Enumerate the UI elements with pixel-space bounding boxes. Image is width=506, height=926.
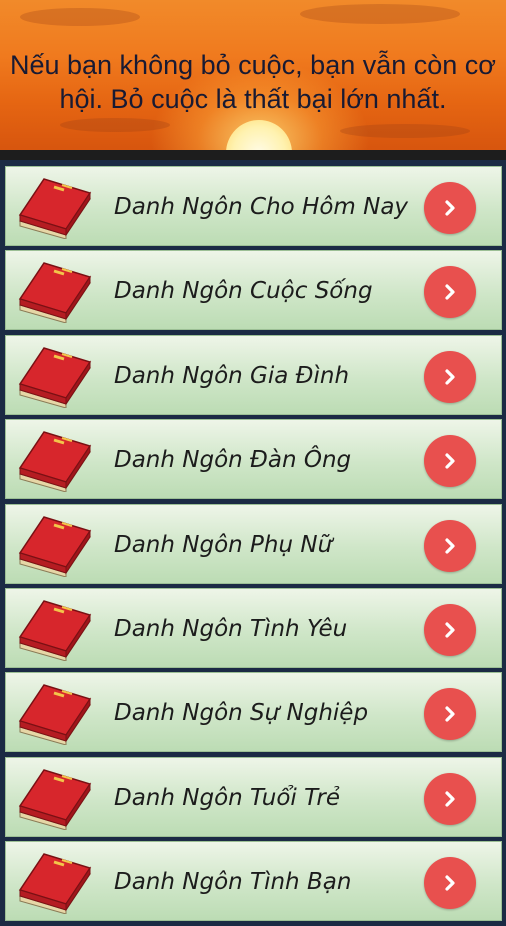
open-button[interactable] xyxy=(424,182,476,234)
chevron-right-icon xyxy=(445,791,455,807)
chevron-right-icon xyxy=(445,369,455,385)
category-item-2[interactable]: Danh Ngôn Cuộc Sống xyxy=(5,250,502,331)
category-label: Danh Ngôn Gia Đình xyxy=(114,362,350,389)
chevron-right-icon xyxy=(445,875,455,891)
chevron-right-icon xyxy=(445,453,455,469)
book-icon xyxy=(18,346,92,408)
book-icon xyxy=(18,262,92,324)
book-icon xyxy=(18,515,92,577)
category-label: Danh Ngôn Cho Hôm Nay xyxy=(114,194,409,220)
category-list: Danh Ngôn Cho Hôm Nay Danh Ngôn Cuộc Sốn… xyxy=(0,166,506,926)
cloud xyxy=(340,124,470,138)
category-item-8[interactable]: Danh Ngôn Tuổi Trẻ xyxy=(5,756,502,837)
open-button[interactable] xyxy=(424,350,476,403)
cloud xyxy=(20,8,140,26)
category-label: Danh Ngôn Tuổi Trẻ xyxy=(114,784,340,811)
open-button[interactable] xyxy=(424,772,476,825)
book-icon xyxy=(18,768,92,830)
open-button[interactable] xyxy=(424,857,476,910)
category-label: Danh Ngôn Phụ Nữ xyxy=(114,531,333,558)
open-button[interactable] xyxy=(424,603,476,656)
chevron-right-icon xyxy=(445,706,455,722)
book-icon xyxy=(18,684,92,746)
quote-text: Nếu bạn không bỏ cuộc, bạn vẫn còn cơ hộ… xyxy=(9,50,497,114)
category-item-1[interactable]: Danh Ngôn Cho Hôm Nay xyxy=(5,166,502,246)
chevron-right-icon xyxy=(445,284,455,300)
category-label: Danh Ngôn Sự Nghiệp xyxy=(114,700,369,727)
category-label: Danh Ngôn Cuộc Sống xyxy=(114,278,373,305)
open-button[interactable] xyxy=(424,435,476,488)
book-icon xyxy=(18,431,92,493)
book-icon xyxy=(18,178,92,239)
category-item-4[interactable]: Danh Ngôn Đàn Ông xyxy=(5,419,502,500)
open-button[interactable] xyxy=(424,266,476,319)
sunset-banner: Nếu bạn không bỏ cuộc, bạn vẫn còn cơ hộ… xyxy=(0,0,506,160)
category-label: Danh Ngôn Tình Bạn xyxy=(114,869,352,896)
category-item-7[interactable]: Danh Ngôn Sự Nghiệp xyxy=(5,672,502,753)
open-button[interactable] xyxy=(424,688,476,741)
cloud xyxy=(300,4,460,24)
open-button[interactable] xyxy=(424,519,476,572)
category-item-6[interactable]: Danh Ngôn Tình Yêu xyxy=(5,587,502,668)
category-label: Danh Ngôn Tình Yêu xyxy=(114,615,348,642)
chevron-right-icon xyxy=(445,622,455,638)
book-icon xyxy=(18,600,92,661)
chevron-right-icon xyxy=(445,200,455,216)
category-item-9[interactable]: Danh Ngôn Tình Bạn xyxy=(5,841,502,922)
chevron-right-icon xyxy=(445,537,455,554)
category-label: Danh Ngôn Đàn Ông xyxy=(114,447,352,474)
category-item-5[interactable]: Danh Ngôn Phụ Nữ xyxy=(5,503,502,584)
horizon xyxy=(0,150,506,160)
cloud xyxy=(60,118,170,132)
book-icon xyxy=(18,853,92,915)
category-item-3[interactable]: Danh Ngôn Gia Đình xyxy=(5,334,502,415)
